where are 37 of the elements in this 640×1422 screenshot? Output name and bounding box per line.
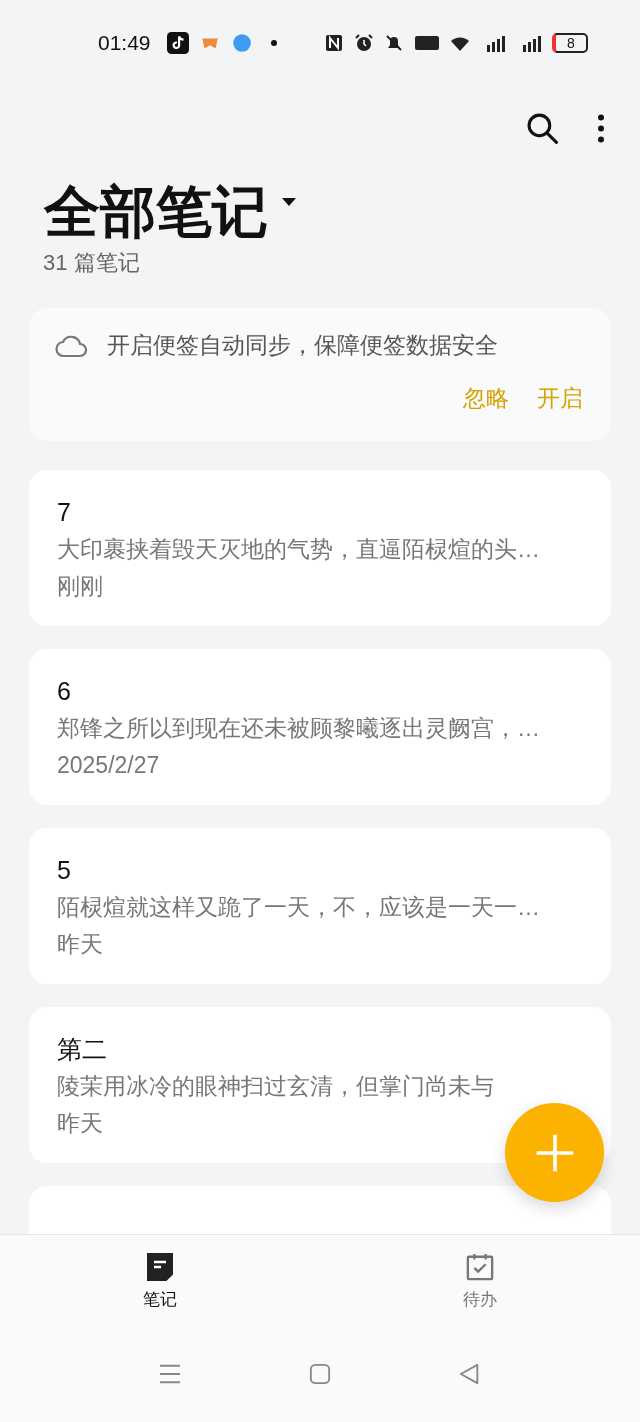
note-title: 6 — [57, 676, 72, 707]
status-time: 01:49 — [98, 30, 151, 55]
caret-icon[interactable] — [282, 198, 296, 206]
note-date: 昨天 — [57, 930, 104, 959]
nfc-icon — [324, 32, 344, 53]
note-preview: 陵茉用冰冷的眼神扫过玄清，但掌门尚未与 — [57, 1072, 495, 1101]
menu-icon[interactable] — [159, 1362, 181, 1385]
note-card[interactable]: 7 大印裹挟着毁天灭地的气势，直逼陌棂煊的头… 刚刚 — [29, 470, 611, 626]
calendar-check-icon — [466, 1252, 494, 1282]
note-count: 31 篇笔记 — [42, 249, 141, 277]
note-date: 昨天 — [57, 1109, 104, 1138]
sync-message: 开启便签自动同步，保障便签数据安全 — [107, 331, 498, 360]
note-title: 5 — [57, 855, 72, 886]
note-preview: 郑锋之所以到现在还未被顾黎曦逐出灵阙宫，… — [57, 714, 541, 743]
nav-tab[interactable]: 待办 — [320, 1235, 640, 1335]
notification-dot-icon — [270, 39, 277, 46]
browser-app-icon — [230, 31, 253, 54]
music-app-icon — [166, 31, 189, 54]
note-icon — [146, 1252, 174, 1282]
nav-tab[interactable]: 笔记 — [0, 1235, 320, 1335]
alarm-icon — [354, 32, 374, 53]
note-date: 刚刚 — [57, 572, 104, 601]
note-card[interactable]: 6 郑锋之所以到现在还未被顾黎曦逐出灵阙宫，… 2025/2/27 — [29, 649, 611, 805]
back-icon[interactable] — [459, 1362, 481, 1385]
muted-bell-icon — [384, 32, 404, 53]
note-title: 第二 — [57, 1034, 108, 1065]
home-icon[interactable] — [309, 1362, 331, 1385]
note-preview: 陌棂煊就这样又跪了一天，不，应该是一天一… — [57, 893, 541, 922]
page-title[interactable]: 全部笔记 — [44, 172, 268, 252]
note-card[interactable]: 第二 陵茉用冰冷的眼神扫过玄清，但掌门尚未与 昨天 — [29, 1007, 611, 1163]
cloud-icon — [55, 333, 89, 358]
note-card[interactable]: 5 陌棂煊就这样又跪了一天，不，应该是一天一… 昨天 — [29, 828, 611, 984]
battery-indicator: 8 — [552, 32, 588, 53]
note-preview: 大印裹挟着毁天灭地的气势，直逼陌棂煊的头… — [57, 535, 541, 564]
search-icon[interactable] — [526, 111, 559, 145]
note-date: 2025/2/27 — [57, 751, 161, 780]
note-title: 7 — [57, 497, 72, 528]
